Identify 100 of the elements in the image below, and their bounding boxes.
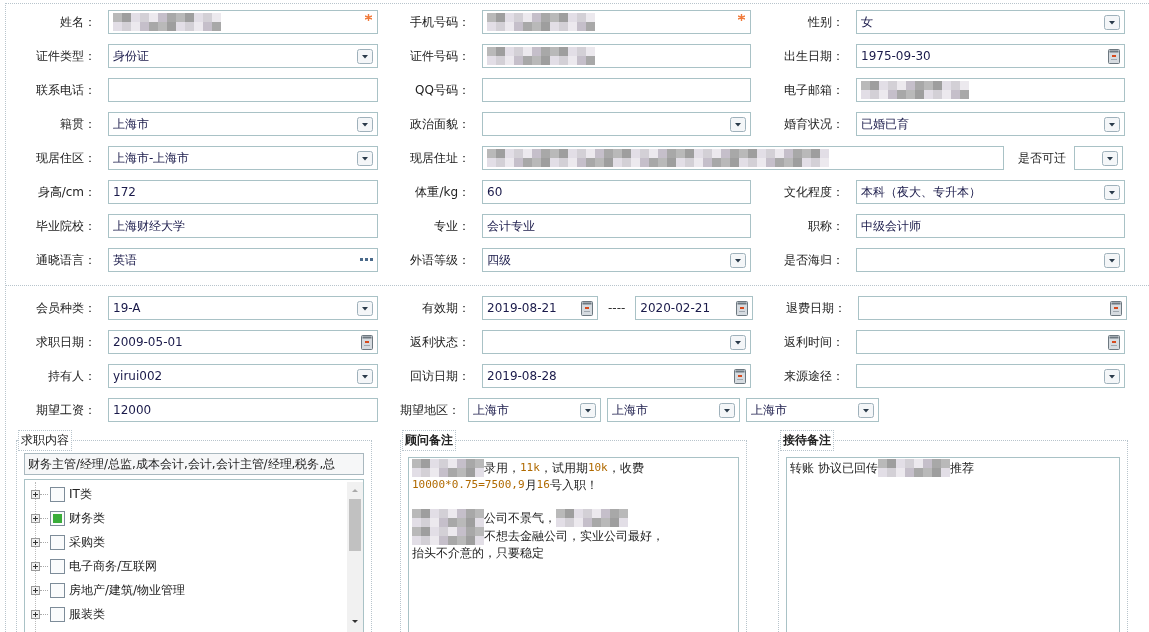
category-label[interactable]: 电子商务/互联网 (69, 558, 158, 575)
field-label: 电子邮箱： (784, 81, 844, 99)
dropdown-button[interactable] (719, 402, 735, 418)
select-field[interactable]: 本科（夜大、专升本） (856, 180, 1125, 204)
field-label: 外语等级： (410, 251, 470, 269)
checkbox[interactable] (50, 511, 65, 526)
field-label: 身高/cm： (37, 183, 96, 201)
select-field[interactable]: 上海市 (108, 112, 378, 136)
text-field[interactable] (856, 78, 1125, 102)
expand-icon[interactable] (31, 610, 40, 619)
expand-icon[interactable] (31, 514, 40, 523)
expand-icon[interactable] (31, 586, 40, 595)
calendar-button[interactable] (1110, 300, 1123, 316)
dropdown-button[interactable] (730, 334, 746, 350)
checkbox[interactable] (50, 559, 65, 574)
calendar-button[interactable] (581, 300, 593, 316)
category-label[interactable]: 采购类 (69, 534, 105, 551)
date-field[interactable]: 2020-02-21 (635, 296, 754, 320)
dropdown-button[interactable] (1104, 252, 1120, 268)
field-label: 专业： (434, 217, 470, 235)
field-label: 是否可迁 (1018, 149, 1066, 167)
select-field[interactable]: 上海市 (468, 398, 601, 422)
text-field[interactable] (482, 146, 1004, 170)
select-field[interactable]: 上海市-上海市 (108, 146, 378, 170)
calendar-button[interactable] (361, 334, 373, 350)
field-label: 持有人： (48, 367, 96, 385)
dropdown-button[interactable] (357, 368, 373, 384)
select-field[interactable] (482, 112, 751, 136)
text-field[interactable]: 172 (108, 180, 378, 204)
category-label[interactable]: 房地产/建筑/物业管理 (69, 582, 186, 599)
select-field[interactable]: 四级 (482, 248, 751, 272)
calendar-button[interactable] (1108, 48, 1120, 64)
dropdown-button[interactable] (357, 116, 373, 132)
note-field[interactable]: 录用，11k，试用期10k，收费 10000*0.75=7500,9月 16号入职！ 公司不景气， 不想去金融公司，实业公司最好， 抬头不介意的，只要稳定 (408, 457, 739, 632)
text-field[interactable] (482, 44, 751, 68)
date-field[interactable]: 2019-08-28 (482, 364, 751, 388)
select-field[interactable] (1074, 146, 1123, 170)
job-content-field[interactable]: 财务主管/经理/总监,成本会计,会计,会计主管/经理,税务,总 (24, 453, 364, 475)
date-field[interactable]: 2019-08-21 (482, 296, 598, 320)
text-field[interactable] (108, 10, 378, 34)
expand-icon[interactable] (31, 538, 40, 547)
date-field[interactable]: 1975-09-30 (856, 44, 1125, 68)
panel-title: 求职内容 (18, 430, 72, 451)
checkbox[interactable] (50, 535, 65, 550)
select-field[interactable]: yirui002 (108, 364, 378, 388)
dropdown-button[interactable] (580, 402, 596, 418)
select-field[interactable]: 身份证 (108, 44, 378, 68)
select-field[interactable]: 已婚已育 (856, 112, 1125, 136)
dropdown-button[interactable] (357, 300, 373, 316)
dropdown-button[interactable] (1104, 14, 1120, 30)
field-label: 期望工资： (36, 401, 96, 419)
select-field[interactable] (856, 248, 1125, 272)
select-field[interactable] (856, 364, 1125, 388)
select-field[interactable]: 上海市 (746, 398, 879, 422)
category-label[interactable]: 财务类 (69, 510, 105, 527)
dropdown-button[interactable] (1104, 368, 1120, 384)
dropdown-button[interactable] (730, 252, 746, 268)
text-field[interactable]: 中级会计师 (856, 214, 1125, 238)
checkbox[interactable] (50, 607, 65, 622)
dropdown-button[interactable] (858, 402, 874, 418)
checkbox[interactable] (50, 487, 65, 502)
picker-field[interactable]: 英语 (108, 248, 378, 272)
calendar-button[interactable] (1108, 334, 1120, 350)
blurred-text (412, 459, 484, 477)
dropdown-button[interactable] (730, 116, 746, 132)
date-field[interactable] (856, 330, 1125, 354)
checkbox[interactable] (50, 583, 65, 598)
panel-title: 接待备注 (780, 430, 834, 451)
select-field[interactable]: 女 (856, 10, 1125, 34)
category-label[interactable]: IT类 (69, 486, 92, 503)
field-label: 毕业院校： (36, 217, 96, 235)
category-label[interactable]: 服装类 (69, 606, 105, 623)
expand-icon[interactable] (31, 490, 40, 499)
dropdown-button[interactable] (357, 150, 373, 166)
dropdown-button[interactable] (1102, 150, 1118, 166)
text-field[interactable]: 12000 (108, 398, 378, 422)
date-field[interactable]: 2009-05-01 (108, 330, 378, 354)
dropdown-button[interactable] (1104, 184, 1120, 200)
select-field[interactable]: 19-A (108, 296, 378, 320)
note-field[interactable]: 转账 协议已回传 推荐 (786, 457, 1120, 632)
scrollbar[interactable] (347, 482, 363, 632)
select-field[interactable] (482, 330, 751, 354)
field-label: 现居住址： (410, 149, 470, 167)
text-field[interactable] (482, 10, 751, 34)
dropdown-button[interactable] (357, 48, 373, 64)
field-label: 籍贯： (60, 115, 96, 133)
blurred-text (556, 509, 628, 527)
expand-icon[interactable] (31, 562, 40, 571)
text-field[interactable]: 60 (482, 180, 751, 204)
text-field[interactable]: 上海财经大学 (108, 214, 378, 238)
text-field[interactable] (482, 78, 751, 102)
calendar-button[interactable] (734, 368, 746, 384)
field-label: 手机号码： (410, 13, 470, 31)
text-field[interactable] (108, 78, 378, 102)
dropdown-button[interactable] (1104, 116, 1120, 132)
text-field[interactable]: 会计专业 (482, 214, 751, 238)
more-icon[interactable] (360, 258, 373, 262)
date-field[interactable] (858, 296, 1128, 320)
calendar-button[interactable] (736, 300, 749, 316)
select-field[interactable]: 上海市 (607, 398, 740, 422)
